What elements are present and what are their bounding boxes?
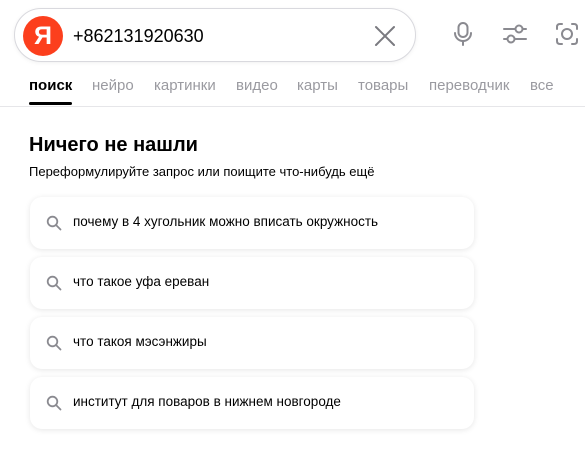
tab-images[interactable]: картинки — [154, 77, 216, 94]
suggestion-card[interactable]: что такоя мэсэнжиры — [30, 317, 474, 369]
search-icon — [46, 395, 62, 411]
tab-products[interactable]: товары — [358, 77, 408, 94]
search-input[interactable] — [73, 21, 363, 51]
tab-video[interactable]: видео — [236, 77, 278, 94]
suggestion-card[interactable]: что такое уфа ереван — [30, 257, 474, 309]
suggestion-text: институт для поваров в нижнем новгороде — [73, 394, 341, 409]
tab-translator[interactable]: переводчик — [429, 77, 509, 94]
no-results-subtitle: Переформулируйте запрос или поищите что-… — [29, 164, 375, 179]
logo-glyph: Я — [34, 21, 52, 50]
active-tab-indicator — [29, 102, 72, 105]
tab-search[interactable]: поиск — [29, 77, 72, 94]
search-settings-button[interactable] — [501, 20, 529, 48]
tab-maps[interactable]: карты — [297, 77, 338, 94]
suggestion-text: что такоя мэсэнжиры — [73, 334, 207, 349]
camera-lens-icon — [556, 23, 578, 45]
search-icon — [46, 335, 62, 351]
suggestion-card[interactable]: почему в 4 хугольник можно вписать окруж… — [30, 197, 474, 249]
suggestion-text: что такое уфа ереван — [73, 274, 210, 289]
microphone-icon — [454, 22, 472, 46]
tab-all[interactable]: все — [530, 77, 554, 94]
image-search-button[interactable] — [553, 20, 581, 48]
search-icon — [46, 275, 62, 291]
close-icon — [375, 26, 395, 46]
filter-sliders-icon — [503, 24, 527, 44]
search-icon — [46, 215, 62, 231]
no-results-title: Ничего не нашли — [29, 134, 198, 156]
suggestion-text: почему в 4 хугольник можно вписать окруж… — [73, 214, 379, 229]
tab-neuro[interactable]: нейро — [92, 77, 134, 94]
search-results-page: Я поиск нейро картинки в — [0, 0, 585, 461]
voice-search-button[interactable] — [449, 20, 477, 48]
clear-button[interactable] — [373, 24, 397, 48]
search-box[interactable]: Я — [14, 8, 416, 62]
suggestion-card[interactable]: институт для поваров в нижнем новгороде — [30, 377, 474, 429]
yandex-logo[interactable]: Я — [23, 16, 63, 56]
search-tabs: поиск нейро картинки видео карты товары … — [0, 72, 585, 107]
